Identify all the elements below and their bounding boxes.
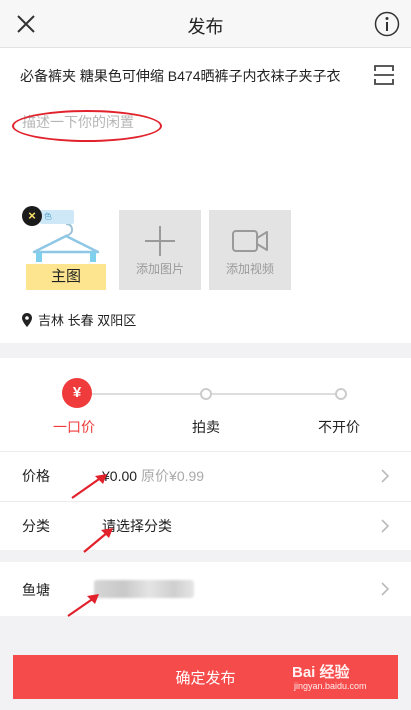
page-title: 发布 [187,17,224,37]
chevron-right-icon [381,582,390,596]
blurred-pond-name [94,580,194,598]
slider-dot-no-price[interactable] [335,388,347,400]
option-no-price[interactable]: 不开价 [318,417,360,437]
category-row[interactable]: 分类 请选择分类 [0,501,411,549]
location-text: 吉林 长春 双阳区 [38,313,137,328]
price-value: ¥0.00 原价¥0.99 [102,466,204,486]
category-label: 分类 [22,518,50,534]
chevron-right-icon [381,469,390,483]
main-photo-badge: 主图 [26,264,106,290]
fish-pond-label: 鱼塘 [22,582,50,598]
fish-pond-row[interactable]: 鱼塘 [0,562,411,616]
slider-dot-auction[interactable] [200,388,212,400]
add-photo-button[interactable]: 添加图片 [119,210,201,290]
price-amount: ¥0.00 [102,468,138,484]
info-icon[interactable] [374,11,400,37]
main-photo[interactable]: 色 × 主图 [22,206,106,290]
original-price: 原价¥0.99 [141,468,205,484]
category-value: 请选择分类 [102,518,172,534]
price-label: 价格 [22,468,50,484]
price-row[interactable]: 价格 ¥0.00 原价¥0.99 [0,451,411,499]
publish-button[interactable]: 确定发布 [13,655,398,699]
chevron-right-icon [381,519,390,533]
price-mode-slider[interactable]: ¥ 一口价 拍卖 不开价 [0,358,411,448]
description-input[interactable] [22,114,352,130]
add-video-button[interactable]: 添加视频 [209,210,291,290]
remove-photo-icon[interactable]: × [22,206,42,226]
item-title[interactable]: 必备裤夹 糖果色可伸缩 B474晒裤子内衣袜子夹子衣 [20,66,340,86]
slider-knob-fixed-price[interactable]: ¥ [62,378,92,408]
location-pin-icon [22,312,32,327]
add-photo-label: 添加图片 [135,262,184,276]
add-video-label: 添加视频 [225,262,274,276]
video-camera-icon [232,230,268,252]
top-bar: 发布 [0,0,411,48]
photo-tag: 色 [40,210,74,224]
item-details-card: 必备裤夹 糖果色可伸缩 B474晒裤子内衣袜子夹子衣 色 × 主图 添加图片 添… [0,48,411,343]
option-auction[interactable]: 拍卖 [192,417,220,437]
option-fixed-price[interactable]: 一口价 [53,417,95,437]
scan-icon[interactable] [372,63,396,87]
plus-icon [145,226,175,256]
location-selector[interactable]: 吉林 长春 双阳区 [22,310,136,329]
